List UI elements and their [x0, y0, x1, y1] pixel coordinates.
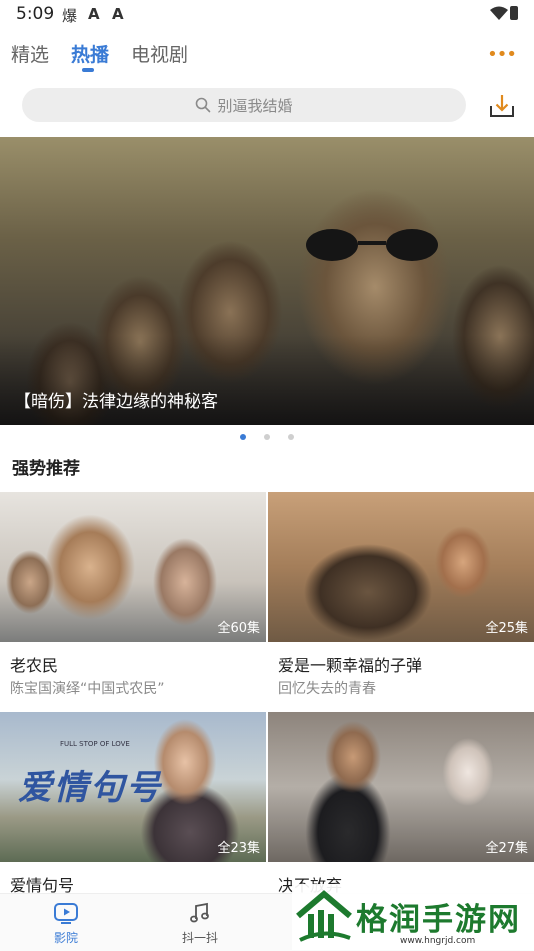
banner-image	[306, 229, 438, 261]
watermark-overlay: 格润手游网 www.hngrjd.com	[292, 884, 534, 950]
drama-poster[interactable]: 全27集	[268, 712, 534, 862]
wifi-icon	[490, 6, 508, 20]
notification-icon: 爆	[62, 7, 78, 25]
top-tab-bar: 精选 热播 电视剧	[0, 38, 534, 78]
drama-poster[interactable]: FULL STOP OF LOVE 爱情句号 全23集	[0, 712, 266, 862]
watermark-text: 格润手游网	[356, 902, 521, 938]
battery-icon	[510, 6, 518, 20]
drama-card[interactable]: 全60集 老农民 陈宝国演绎“中国式农民”	[0, 492, 266, 697]
notification-icon: A	[112, 5, 124, 23]
status-bar: 5:09 爆 A A	[0, 0, 534, 28]
search-bar[interactable]: 别逼我结婚	[22, 88, 466, 122]
play-video-icon	[54, 903, 78, 924]
drama-title[interactable]: 老农民	[10, 652, 58, 676]
status-time: 5:09	[16, 4, 55, 24]
banner-caption: 【暗伤】法律边缘的神秘客	[14, 392, 218, 412]
carousel-dots	[0, 434, 534, 444]
drama-title[interactable]: 爱是一颗幸福的子弹	[278, 652, 422, 676]
drama-card[interactable]: 全27集 决不放弃	[268, 712, 534, 895]
search-placeholder: 别逼我结婚	[217, 96, 293, 115]
notification-icon: A	[88, 5, 100, 23]
drama-subtitle: 回忆失去的青春	[278, 681, 376, 697]
episode-count: 全23集	[217, 841, 260, 856]
nav-label: 抖一抖	[181, 931, 218, 945]
carousel-dot[interactable]	[264, 434, 270, 440]
episode-count: 全25集	[485, 621, 528, 636]
tab-tv-series[interactable]: 电视剧	[131, 40, 188, 67]
more-dots-icon[interactable]: •••	[487, 44, 517, 65]
drama-poster[interactable]: 全25集	[268, 492, 534, 642]
watermark-url: www.hngrjd.com	[400, 936, 476, 946]
drama-card[interactable]: 全25集 爱是一颗幸福的子弹 回忆失去的青春	[268, 492, 534, 697]
carousel-dot[interactable]	[288, 434, 294, 440]
tab-hot[interactable]: 热播	[71, 40, 109, 67]
poster-tagline: FULL STOP OF LOVE	[60, 740, 130, 748]
carousel-dot-active[interactable]	[240, 434, 246, 440]
tab-featured[interactable]: 精选	[11, 40, 49, 67]
section-title: 强势推荐	[12, 459, 80, 479]
poster-title-art: 爱情句号	[18, 768, 162, 808]
episode-count: 全27集	[485, 841, 528, 856]
drama-subtitle: 陈宝国演绎“中国式农民”	[10, 681, 165, 697]
music-note-icon	[190, 902, 209, 923]
drama-poster[interactable]: 全60集	[0, 492, 266, 642]
search-icon	[196, 97, 211, 113]
drama-card[interactable]: FULL STOP OF LOVE 爱情句号 全23集 爱情句号	[0, 712, 266, 895]
download-icon[interactable]	[488, 92, 516, 120]
hero-banner[interactable]: 【暗伤】法律边缘的神秘客	[0, 137, 534, 425]
watermark-logo-icon	[296, 890, 352, 942]
nav-label: 影院	[53, 931, 78, 945]
episode-count: 全60集	[217, 621, 260, 636]
active-tab-indicator	[82, 68, 94, 72]
